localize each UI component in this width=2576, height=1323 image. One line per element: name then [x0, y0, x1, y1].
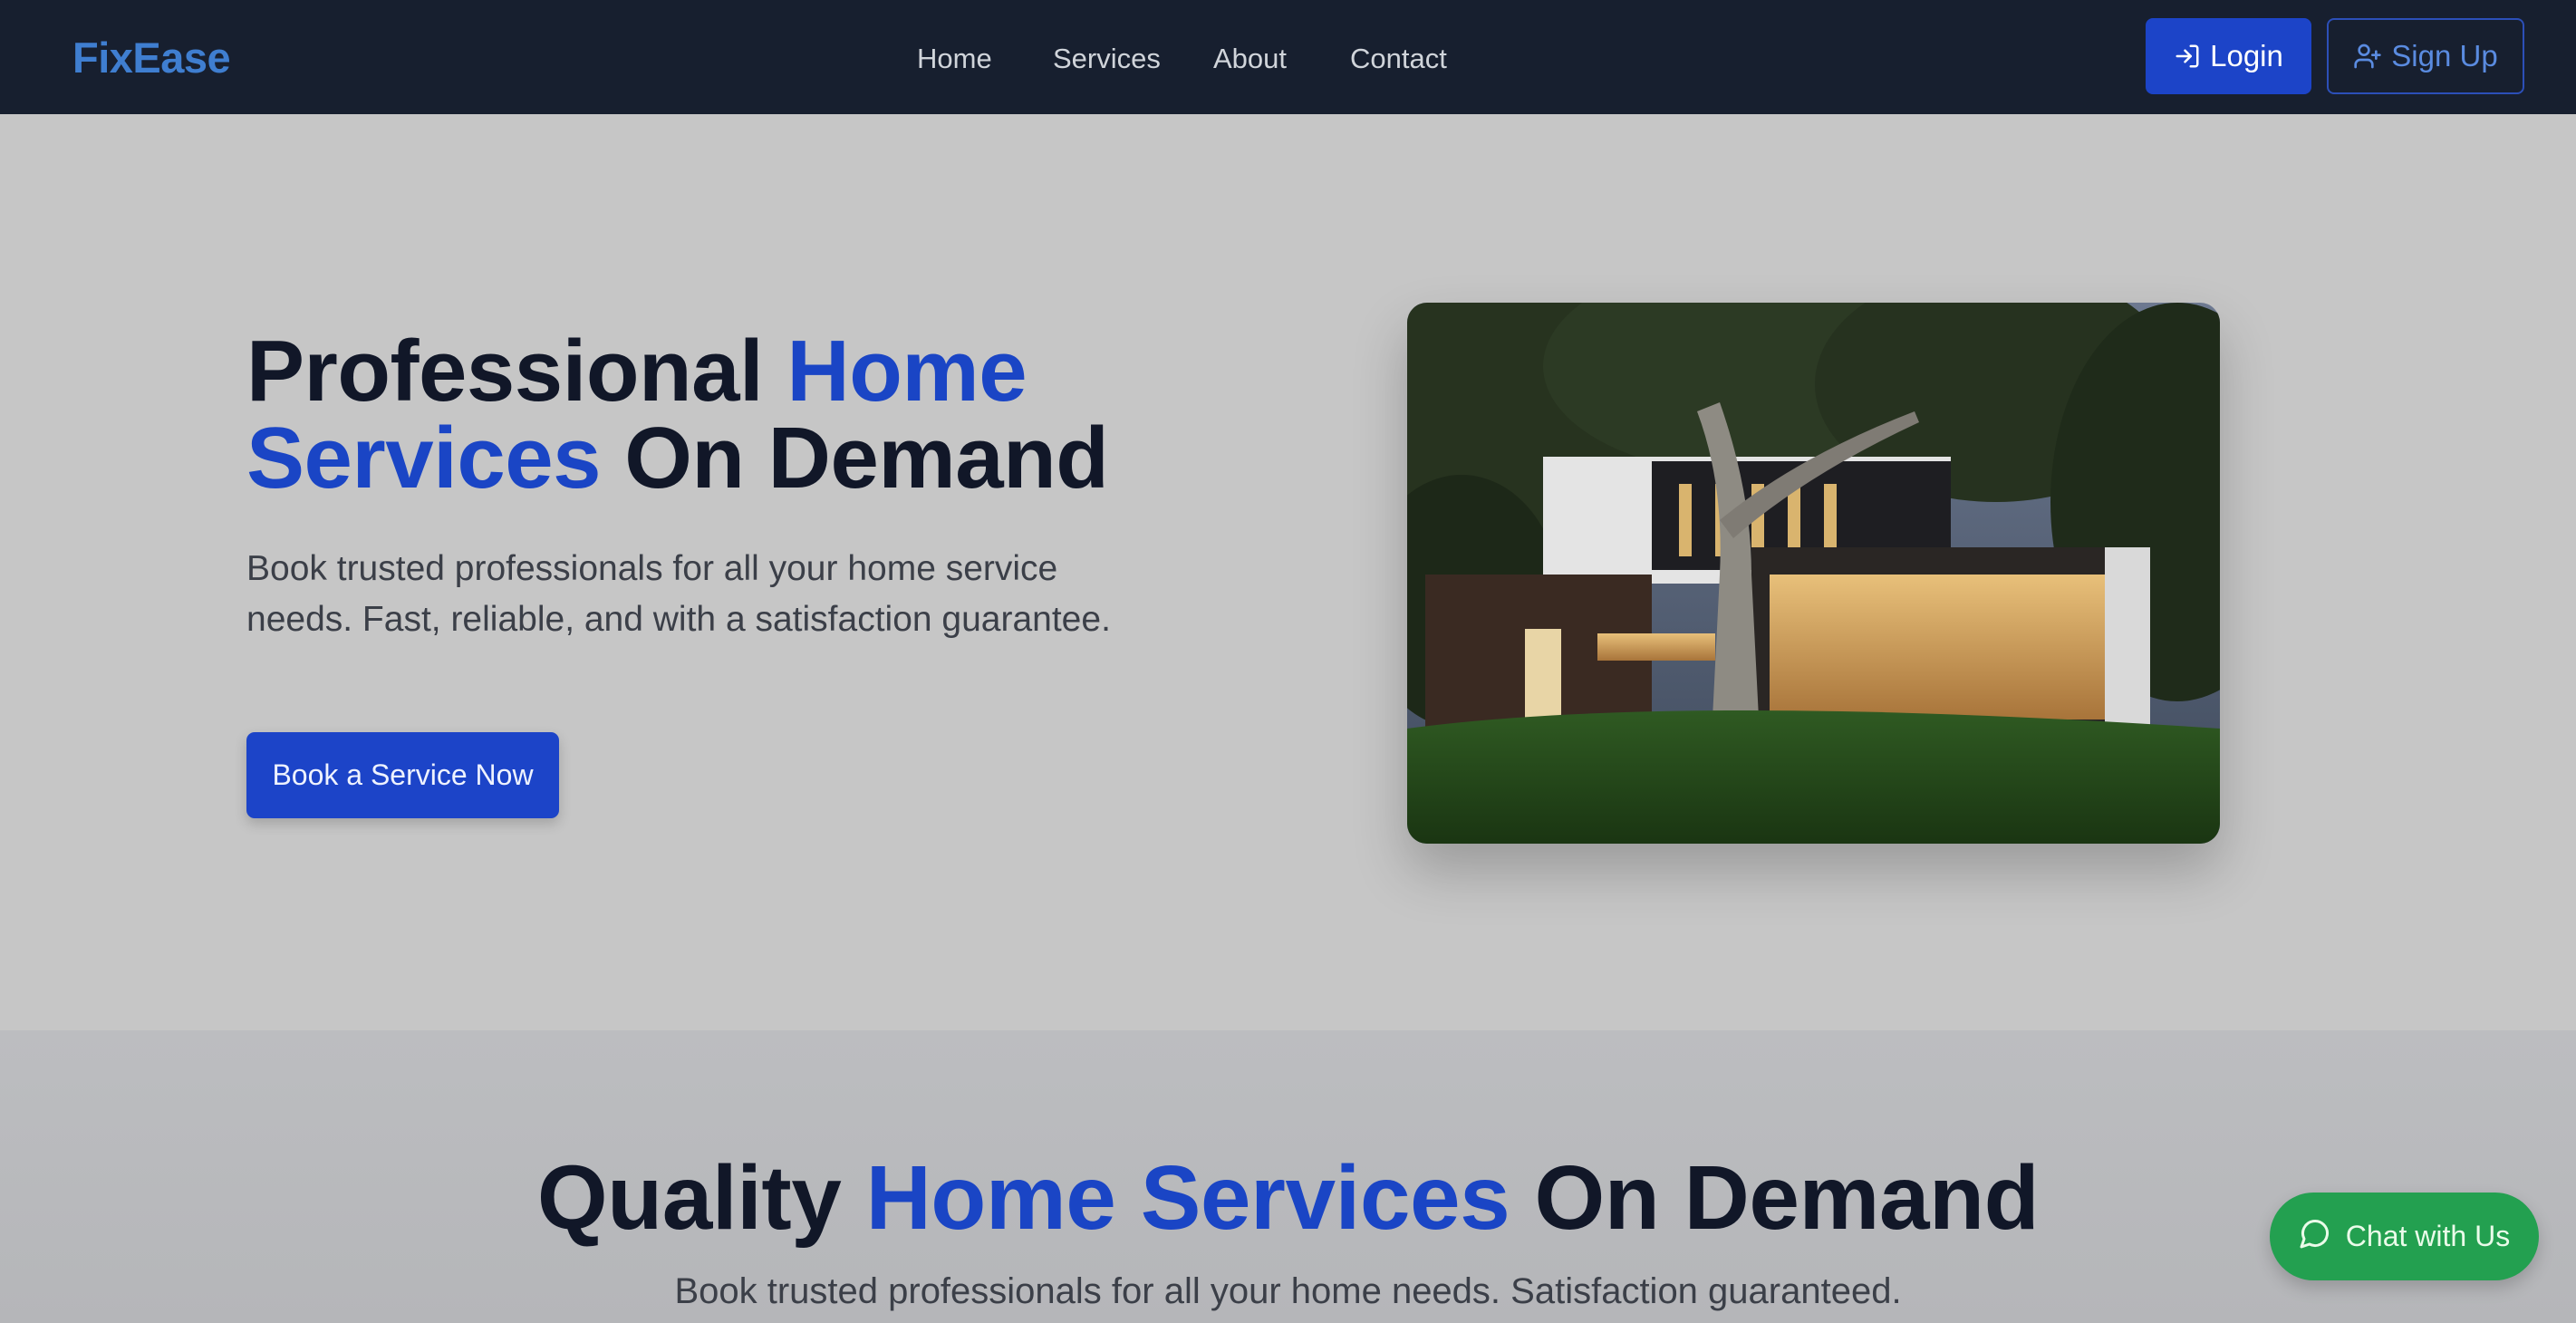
chat-bubble-icon: [2299, 1217, 2331, 1257]
services-title-part1: Quality: [536, 1147, 866, 1249]
nav-link-home[interactable]: Home: [917, 36, 992, 82]
hero-title-part1: Professional: [246, 323, 787, 420]
hero-title-part2: On Demand: [601, 410, 1109, 507]
services-title-part2: On Demand: [1510, 1147, 2040, 1249]
services-section-subtitle: Book trusted professionals for all your …: [674, 1271, 1902, 1311]
user-plus-icon: [2353, 42, 2382, 71]
login-button[interactable]: Login: [2146, 18, 2311, 94]
chat-label: Chat with Us: [2345, 1220, 2511, 1252]
signup-button[interactable]: Sign Up: [2327, 18, 2524, 94]
signup-label: Sign Up: [2391, 39, 2498, 72]
book-service-button[interactable]: Book a Service Now: [246, 732, 559, 818]
hero-subtitle: Book trusted professionals for all your …: [246, 549, 1111, 639]
services-title-accent: Home Services: [865, 1147, 1510, 1249]
chat-button[interactable]: Chat with Us: [2270, 1193, 2539, 1280]
navbar: FixEase Home Services About Contact Logi…: [0, 0, 2576, 114]
login-icon: [2174, 43, 2201, 70]
hero-title: Professional Home Services On Demand: [246, 328, 1243, 502]
nav-link-contact[interactable]: Contact: [1350, 36, 1447, 82]
nav-link-about[interactable]: About: [1213, 36, 1287, 82]
nav-link-services[interactable]: Services: [1053, 36, 1161, 82]
login-label: Login: [2210, 39, 2283, 72]
hero-house-image: [1407, 303, 2220, 844]
services-section-title: Quality Home Services On Demand: [0, 1144, 2576, 1252]
brand-logo[interactable]: FixEase: [72, 31, 231, 85]
